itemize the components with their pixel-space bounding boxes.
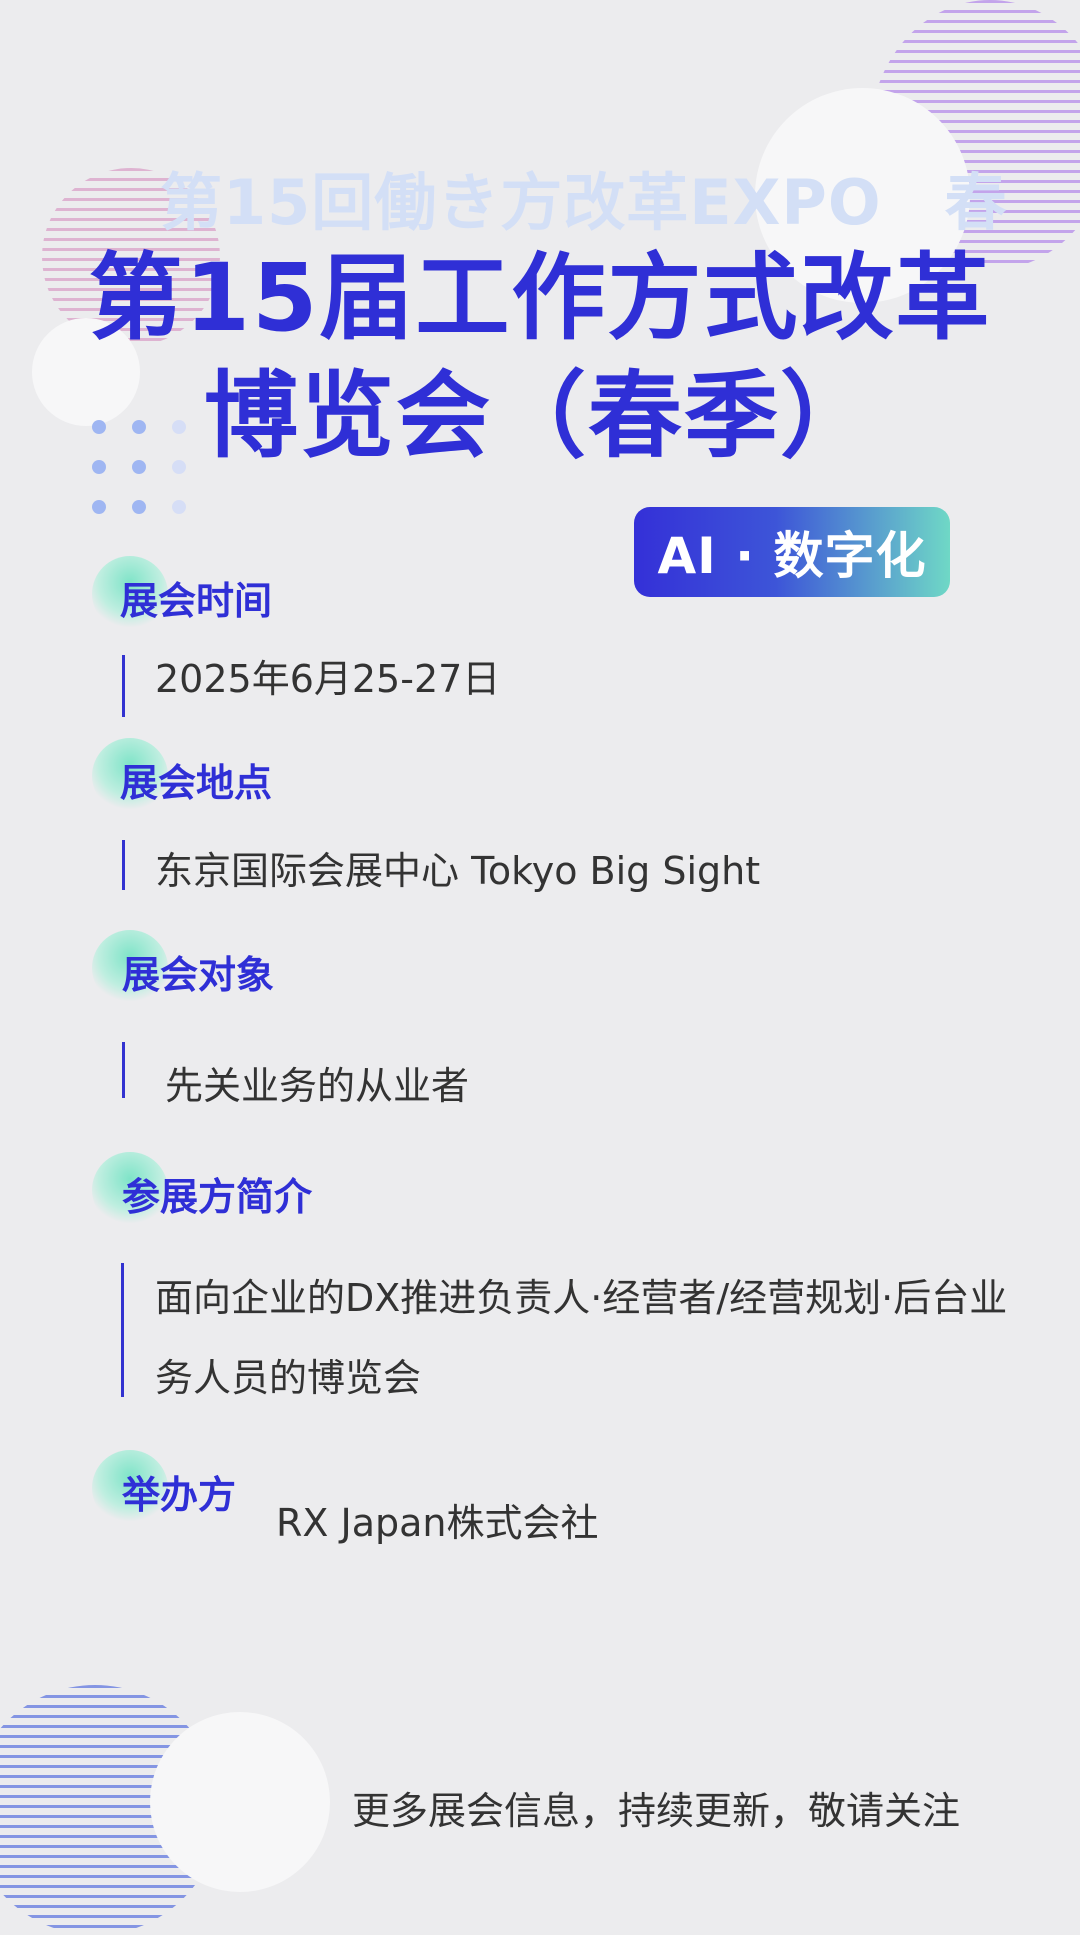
main-title-line1: 第15届工作方式改革 <box>88 244 992 353</box>
main-title-line2: 博览会（春季） <box>203 362 876 471</box>
white-circle-bottom-left <box>150 1712 330 1892</box>
section-text-time: 2025年6月25-27日 <box>155 657 501 701</box>
section-bar <box>121 1263 124 1397</box>
section-text-venue: 东京国际会展中心 Tokyo Big Sight <box>155 849 761 893</box>
japanese-title: 第15回働き方改革EXPO 春 <box>160 166 1008 239</box>
section-bar <box>122 840 125 890</box>
tag-badge: AI · 数字化 <box>634 507 950 597</box>
section-title-venue: 展会地点 <box>120 761 273 805</box>
section-title-organizer: 举办方 <box>122 1473 237 1517</box>
main-title: 第15届工作方式改革 博览会（春季） <box>60 240 1020 476</box>
footer-note: 更多展会信息，持续更新，敬请关注 <box>352 1789 961 1833</box>
section-text-exhibitors: 面向企业的DX推进负责人·经营者/经营规划·后台业务人员的博览会 <box>155 1276 1008 1400</box>
section-title-exhibitors: 参展方简介 <box>122 1175 313 1219</box>
section-bar <box>122 1042 125 1098</box>
section-text-audience: 先关业务的从业者 <box>165 1064 470 1108</box>
section-title-time: 展会时间 <box>120 579 273 623</box>
section-title-audience: 展会对象 <box>122 953 275 997</box>
section-bar <box>122 655 125 717</box>
section-text-organizer: RX Japan株式会社 <box>276 1501 599 1545</box>
